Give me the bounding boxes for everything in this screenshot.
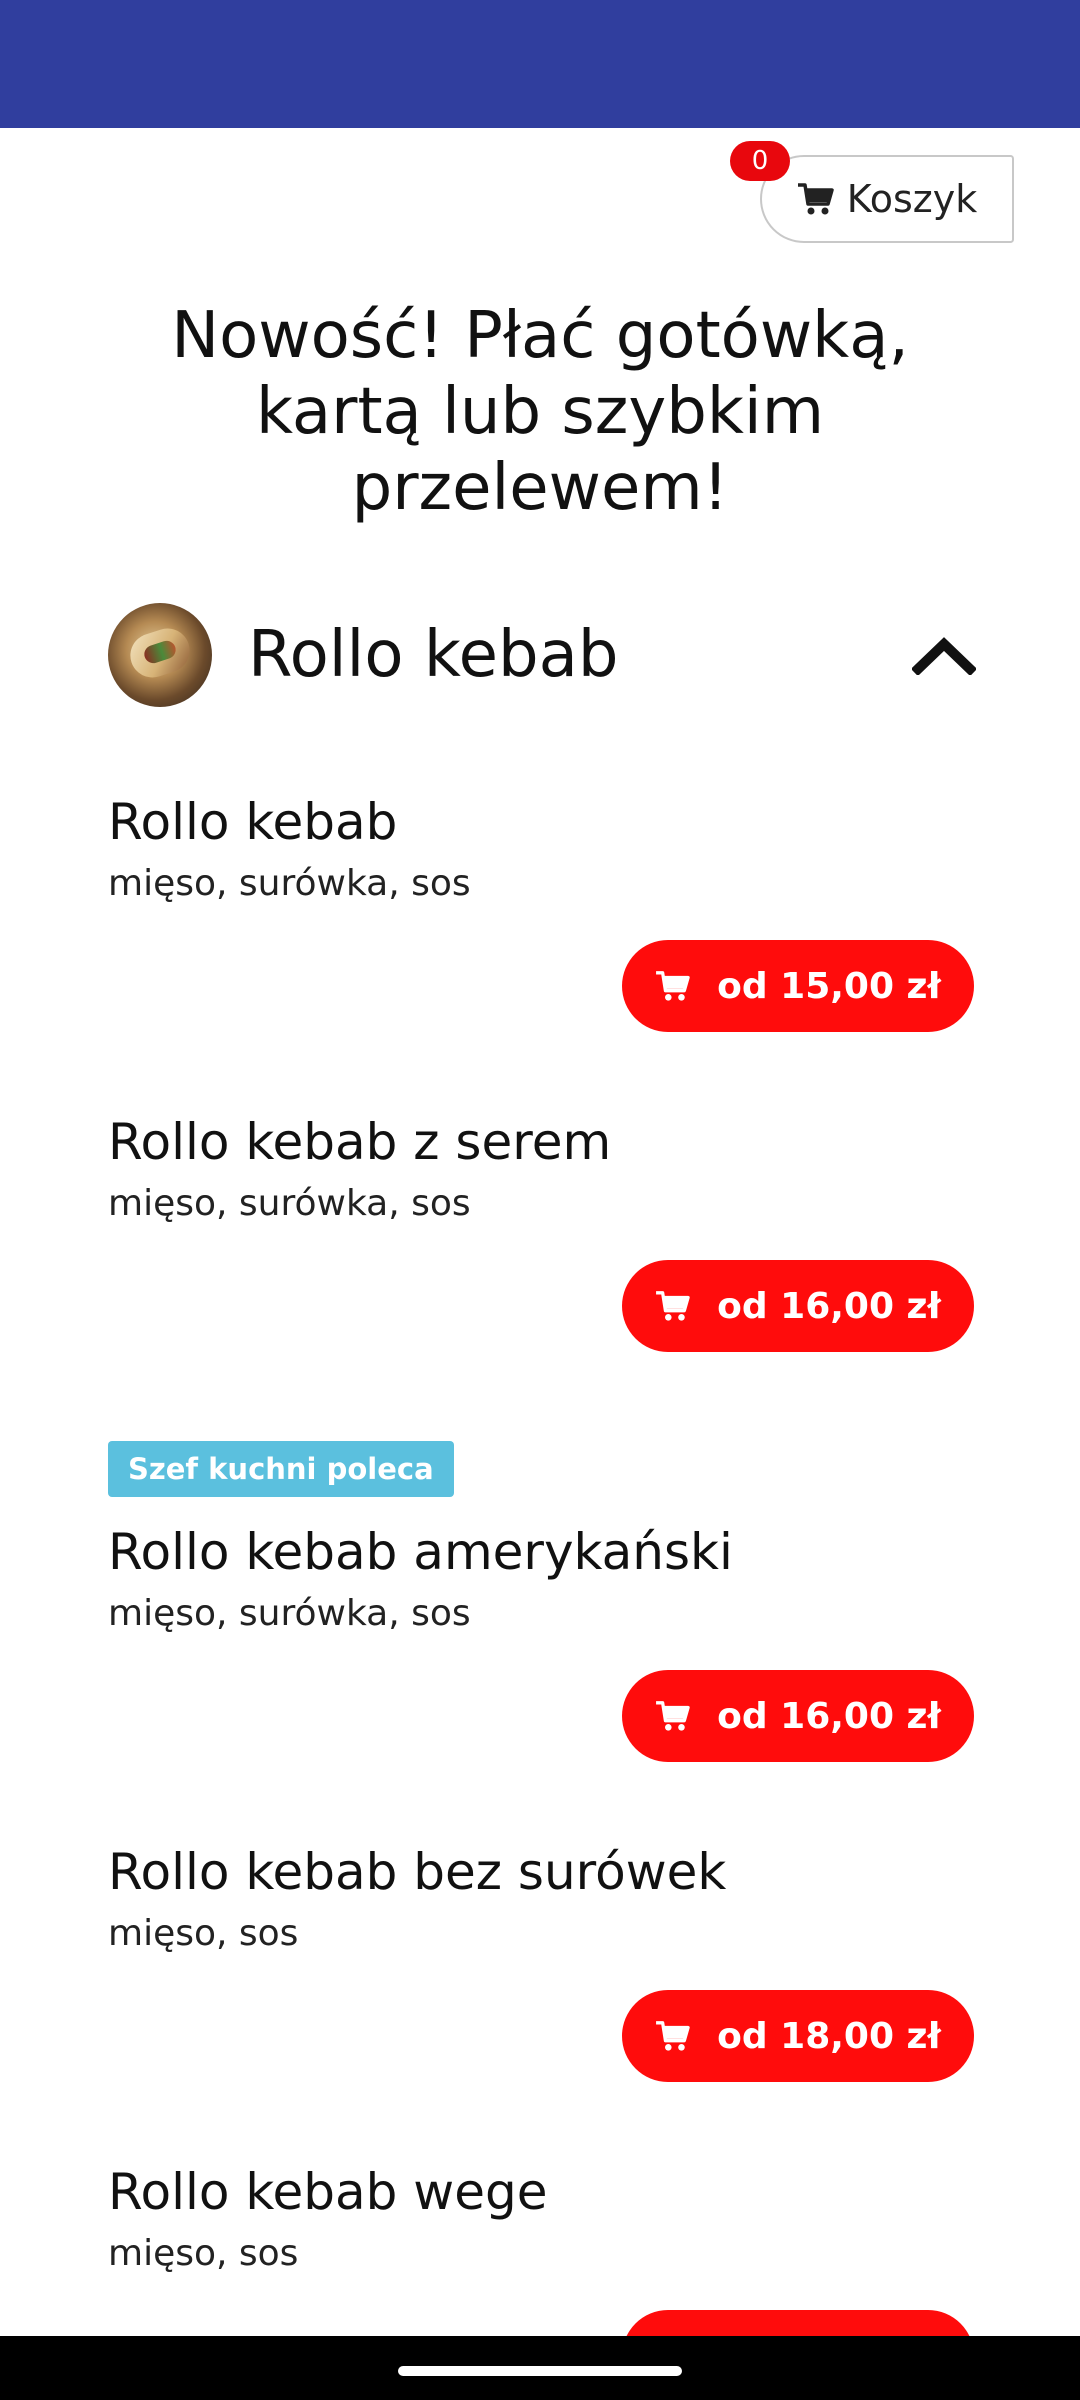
product-description: mięso, surówka, sos bbox=[108, 1183, 471, 1224]
category-header-rollo-kebab[interactable]: Rollo kebab bbox=[108, 602, 980, 708]
price-label: od 18,00 zł bbox=[717, 2015, 941, 2057]
cart-icon bbox=[656, 971, 690, 1001]
price-label: od 16,00 zł bbox=[717, 1695, 941, 1737]
add-to-cart-button[interactable]: od 16,00 zł bbox=[622, 1260, 974, 1352]
product-item: Rollo kebab wege mięso, sos bbox=[108, 2162, 974, 2336]
product-item: Rollo kebab mięso, surówka, sos od 15,00… bbox=[108, 792, 974, 1038]
product-description: mięso, sos bbox=[108, 2233, 299, 2274]
category-title: Rollo kebab bbox=[248, 618, 619, 692]
app-top-bar bbox=[0, 0, 1080, 128]
product-name: Rollo kebab amerykański bbox=[108, 1523, 733, 1581]
chef-recommends-badge: Szef kuchni poleca bbox=[108, 1441, 454, 1497]
cart-icon bbox=[656, 2021, 690, 2051]
price-label: od 16,00 zł bbox=[717, 1285, 941, 1327]
cart-icon bbox=[656, 1701, 690, 1731]
cart-button[interactable]: Koszyk bbox=[760, 155, 1014, 243]
product-name: Rollo kebab bez surówek bbox=[108, 1843, 727, 1901]
product-item: Rollo kebab z serem mięso, surówka, sos … bbox=[108, 1112, 974, 1358]
add-to-cart-button[interactable]: od 18,00 zł bbox=[622, 1990, 974, 2082]
add-to-cart-button[interactable]: od 15,00 zł bbox=[622, 940, 974, 1032]
category-image bbox=[108, 603, 212, 707]
home-indicator[interactable] bbox=[398, 2366, 682, 2376]
product-name: Rollo kebab z serem bbox=[108, 1113, 612, 1171]
cart-icon bbox=[656, 1291, 690, 1321]
product-name: Rollo kebab wege bbox=[108, 2163, 548, 2221]
product-description: mięso, sos bbox=[108, 1913, 299, 1954]
product-description: mięso, surówka, sos bbox=[108, 863, 471, 904]
product-item: Rollo kebab amerykański mięso, surówka, … bbox=[108, 1522, 974, 1768]
add-to-cart-button[interactable] bbox=[622, 2310, 974, 2336]
chevron-up-icon[interactable] bbox=[912, 623, 976, 687]
cart-label: Koszyk bbox=[846, 177, 978, 221]
add-to-cart-button[interactable]: od 16,00 zł bbox=[622, 1670, 974, 1762]
cart-icon bbox=[797, 183, 834, 215]
product-name: Rollo kebab bbox=[108, 793, 398, 851]
product-description: mięso, surówka, sos bbox=[108, 1593, 471, 1634]
promo-headline: Nowość! Płać gotówką, kartą lub szybkim … bbox=[171, 299, 909, 525]
price-label: od 15,00 zł bbox=[717, 965, 941, 1007]
cart-count-badge: 0 bbox=[730, 141, 790, 181]
product-item: Rollo kebab bez surówek mięso, sos od 18… bbox=[108, 1842, 974, 2088]
